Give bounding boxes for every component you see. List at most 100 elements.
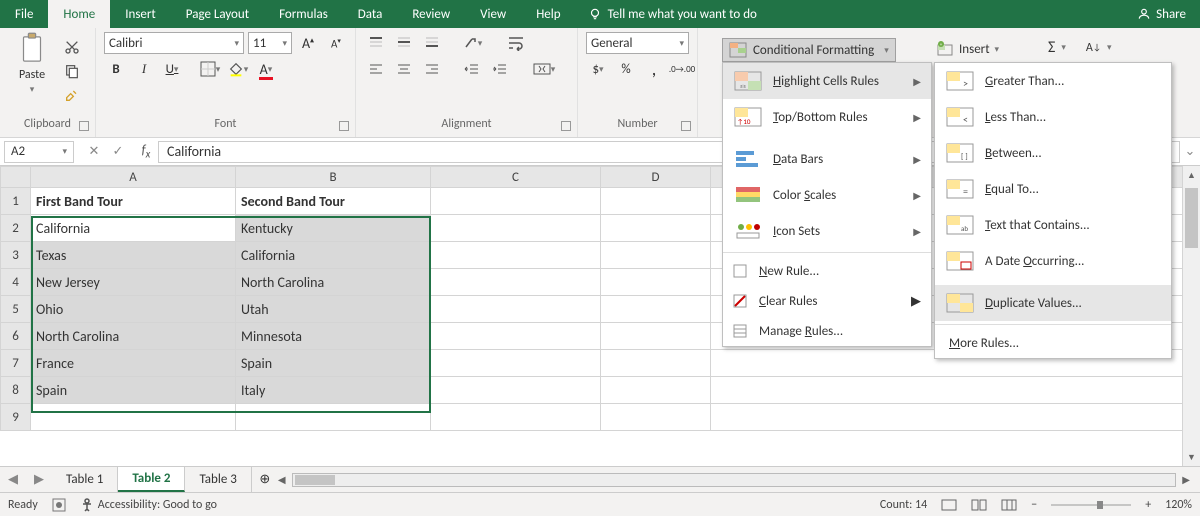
scroll-left-icon[interactable]: ◀ [278,473,286,486]
cell[interactable] [431,404,601,431]
cancel-formula-button[interactable]: ✕ [84,144,104,159]
decrease-indent-button[interactable] [460,58,484,80]
col-header-B[interactable]: B [236,167,431,188]
sheet-tab-1[interactable]: Table 1 [52,467,118,492]
scroll-right-icon[interactable]: ▶ [1182,473,1190,486]
cell[interactable] [601,377,711,404]
cf-color-scales[interactable]: Color Scales ▶ [723,177,931,213]
col-header-C[interactable]: C [431,167,601,188]
share-button[interactable]: Share [1123,0,1200,28]
tab-page-layout[interactable]: Page Layout [171,0,264,28]
percent-button[interactable]: % [614,58,638,80]
col-header-A[interactable]: A [31,167,236,188]
cell[interactable] [601,242,711,269]
cell[interactable]: Utah [236,296,431,323]
view-page-break-icon[interactable] [1001,499,1017,511]
zoom-out-button[interactable]: − [1031,498,1037,512]
row-header[interactable]: 8 [1,377,31,404]
conditional-formatting-button[interactable]: Conditional Formatting ▾ [722,38,896,62]
cell[interactable] [711,404,1200,431]
tab-review[interactable]: Review [397,0,465,28]
cell[interactable] [601,188,711,215]
cell[interactable] [431,296,601,323]
scroll-thumb[interactable] [1185,188,1198,248]
cell[interactable] [601,404,711,431]
cell[interactable] [711,377,1200,404]
tell-me[interactable]: Tell me what you want to do [576,0,769,28]
cell[interactable]: New Jersey [31,269,236,296]
cell[interactable]: Ohio [31,296,236,323]
currency-button[interactable]: $▾ [586,58,610,80]
decrease-font-button[interactable]: A▾ [324,32,348,54]
row-header[interactable]: 4 [1,269,31,296]
align-bottom-button[interactable] [420,32,444,54]
sheet-tab-3[interactable]: Table 3 [185,467,251,492]
cell[interactable] [431,269,601,296]
zoom-level[interactable]: 120% [1165,498,1192,512]
dialog-launcher-icon[interactable] [561,121,571,131]
font-color-button[interactable]: A▾ [254,58,278,80]
cell[interactable]: Italy [236,377,431,404]
rule-more-rules[interactable]: More Rules... [935,328,1171,358]
insert-cells-button[interactable]: + Insert ▾ [936,38,999,60]
row-header[interactable]: 5 [1,296,31,323]
enter-formula-button[interactable]: ✓ [108,144,128,159]
cell[interactable] [601,350,711,377]
number-format-combo[interactable]: General▾ [586,32,689,54]
row-header[interactable]: 9 [1,404,31,431]
view-page-layout-icon[interactable] [971,499,987,511]
horizontal-scrollbar[interactable]: ◀ ▶ [278,473,1200,487]
cf-manage-rules[interactable]: Manage Rules... [723,316,931,346]
scroll-down-icon[interactable]: ▼ [1183,448,1200,466]
cell[interactable]: Kentucky [236,215,431,242]
macro-record-icon[interactable] [52,498,66,512]
tab-view[interactable]: View [465,0,521,28]
cell[interactable]: Spain [236,350,431,377]
hscroll-thumb[interactable] [295,475,335,485]
vertical-scrollbar[interactable]: ▲ ▼ [1182,166,1200,466]
row-header[interactable]: 7 [1,350,31,377]
dialog-launcher-icon[interactable] [681,121,691,131]
bold-button[interactable]: B [104,58,128,80]
row-header[interactable]: 3 [1,242,31,269]
cell[interactable]: North Carolina [31,323,236,350]
cell[interactable]: California [236,242,431,269]
rule-duplicate-values[interactable]: Duplicate Values... [935,285,1171,321]
format-painter-button[interactable] [60,84,84,106]
tab-data[interactable]: Data [343,0,398,28]
zoom-in-button[interactable]: + [1145,498,1151,512]
col-header-D[interactable]: D [601,167,711,188]
cell[interactable] [431,377,601,404]
name-box[interactable]: A2▾ [4,141,74,163]
cut-button[interactable] [60,36,84,58]
tab-help[interactable]: Help [521,0,575,28]
cell[interactable]: France [31,350,236,377]
align-left-button[interactable] [364,58,388,80]
select-all-corner[interactable] [1,167,31,188]
autosum-button[interactable]: Σ▾ A↓▾ [1048,38,1112,57]
cell[interactable]: Minnesota [236,323,431,350]
cell[interactable] [31,404,236,431]
comma-button[interactable]: , [642,58,666,80]
rule-greater-than[interactable]: > Greater Than... [935,63,1171,99]
font-size-combo[interactable]: 11▾ [248,32,292,54]
zoom-slider[interactable] [1051,500,1131,510]
cell[interactable] [236,404,431,431]
scroll-tabs-left[interactable]: ◀ [0,472,26,487]
cell[interactable] [601,215,711,242]
font-name-combo[interactable]: Calibri▾ [104,32,244,54]
cf-clear-rules[interactable]: Clear Rules ▶ [723,286,931,316]
wrap-text-button[interactable] [504,32,528,54]
increase-decimal-button[interactable]: .0→.00 [670,58,694,80]
paste-button[interactable]: Paste ▾ [8,32,56,95]
view-normal-icon[interactable] [941,499,957,511]
rule-equal-to[interactable]: = Equal To... [935,171,1171,207]
cell[interactable] [431,188,601,215]
increase-indent-button[interactable] [488,58,512,80]
cell[interactable]: North Carolina [236,269,431,296]
fx-icon[interactable]: fx [134,143,158,161]
borders-button[interactable]: ▾ [198,58,222,80]
sheet-tab-2[interactable]: Table 2 [118,467,185,492]
rule-less-than[interactable]: < Less Than... [935,99,1171,135]
align-top-button[interactable] [364,32,388,54]
